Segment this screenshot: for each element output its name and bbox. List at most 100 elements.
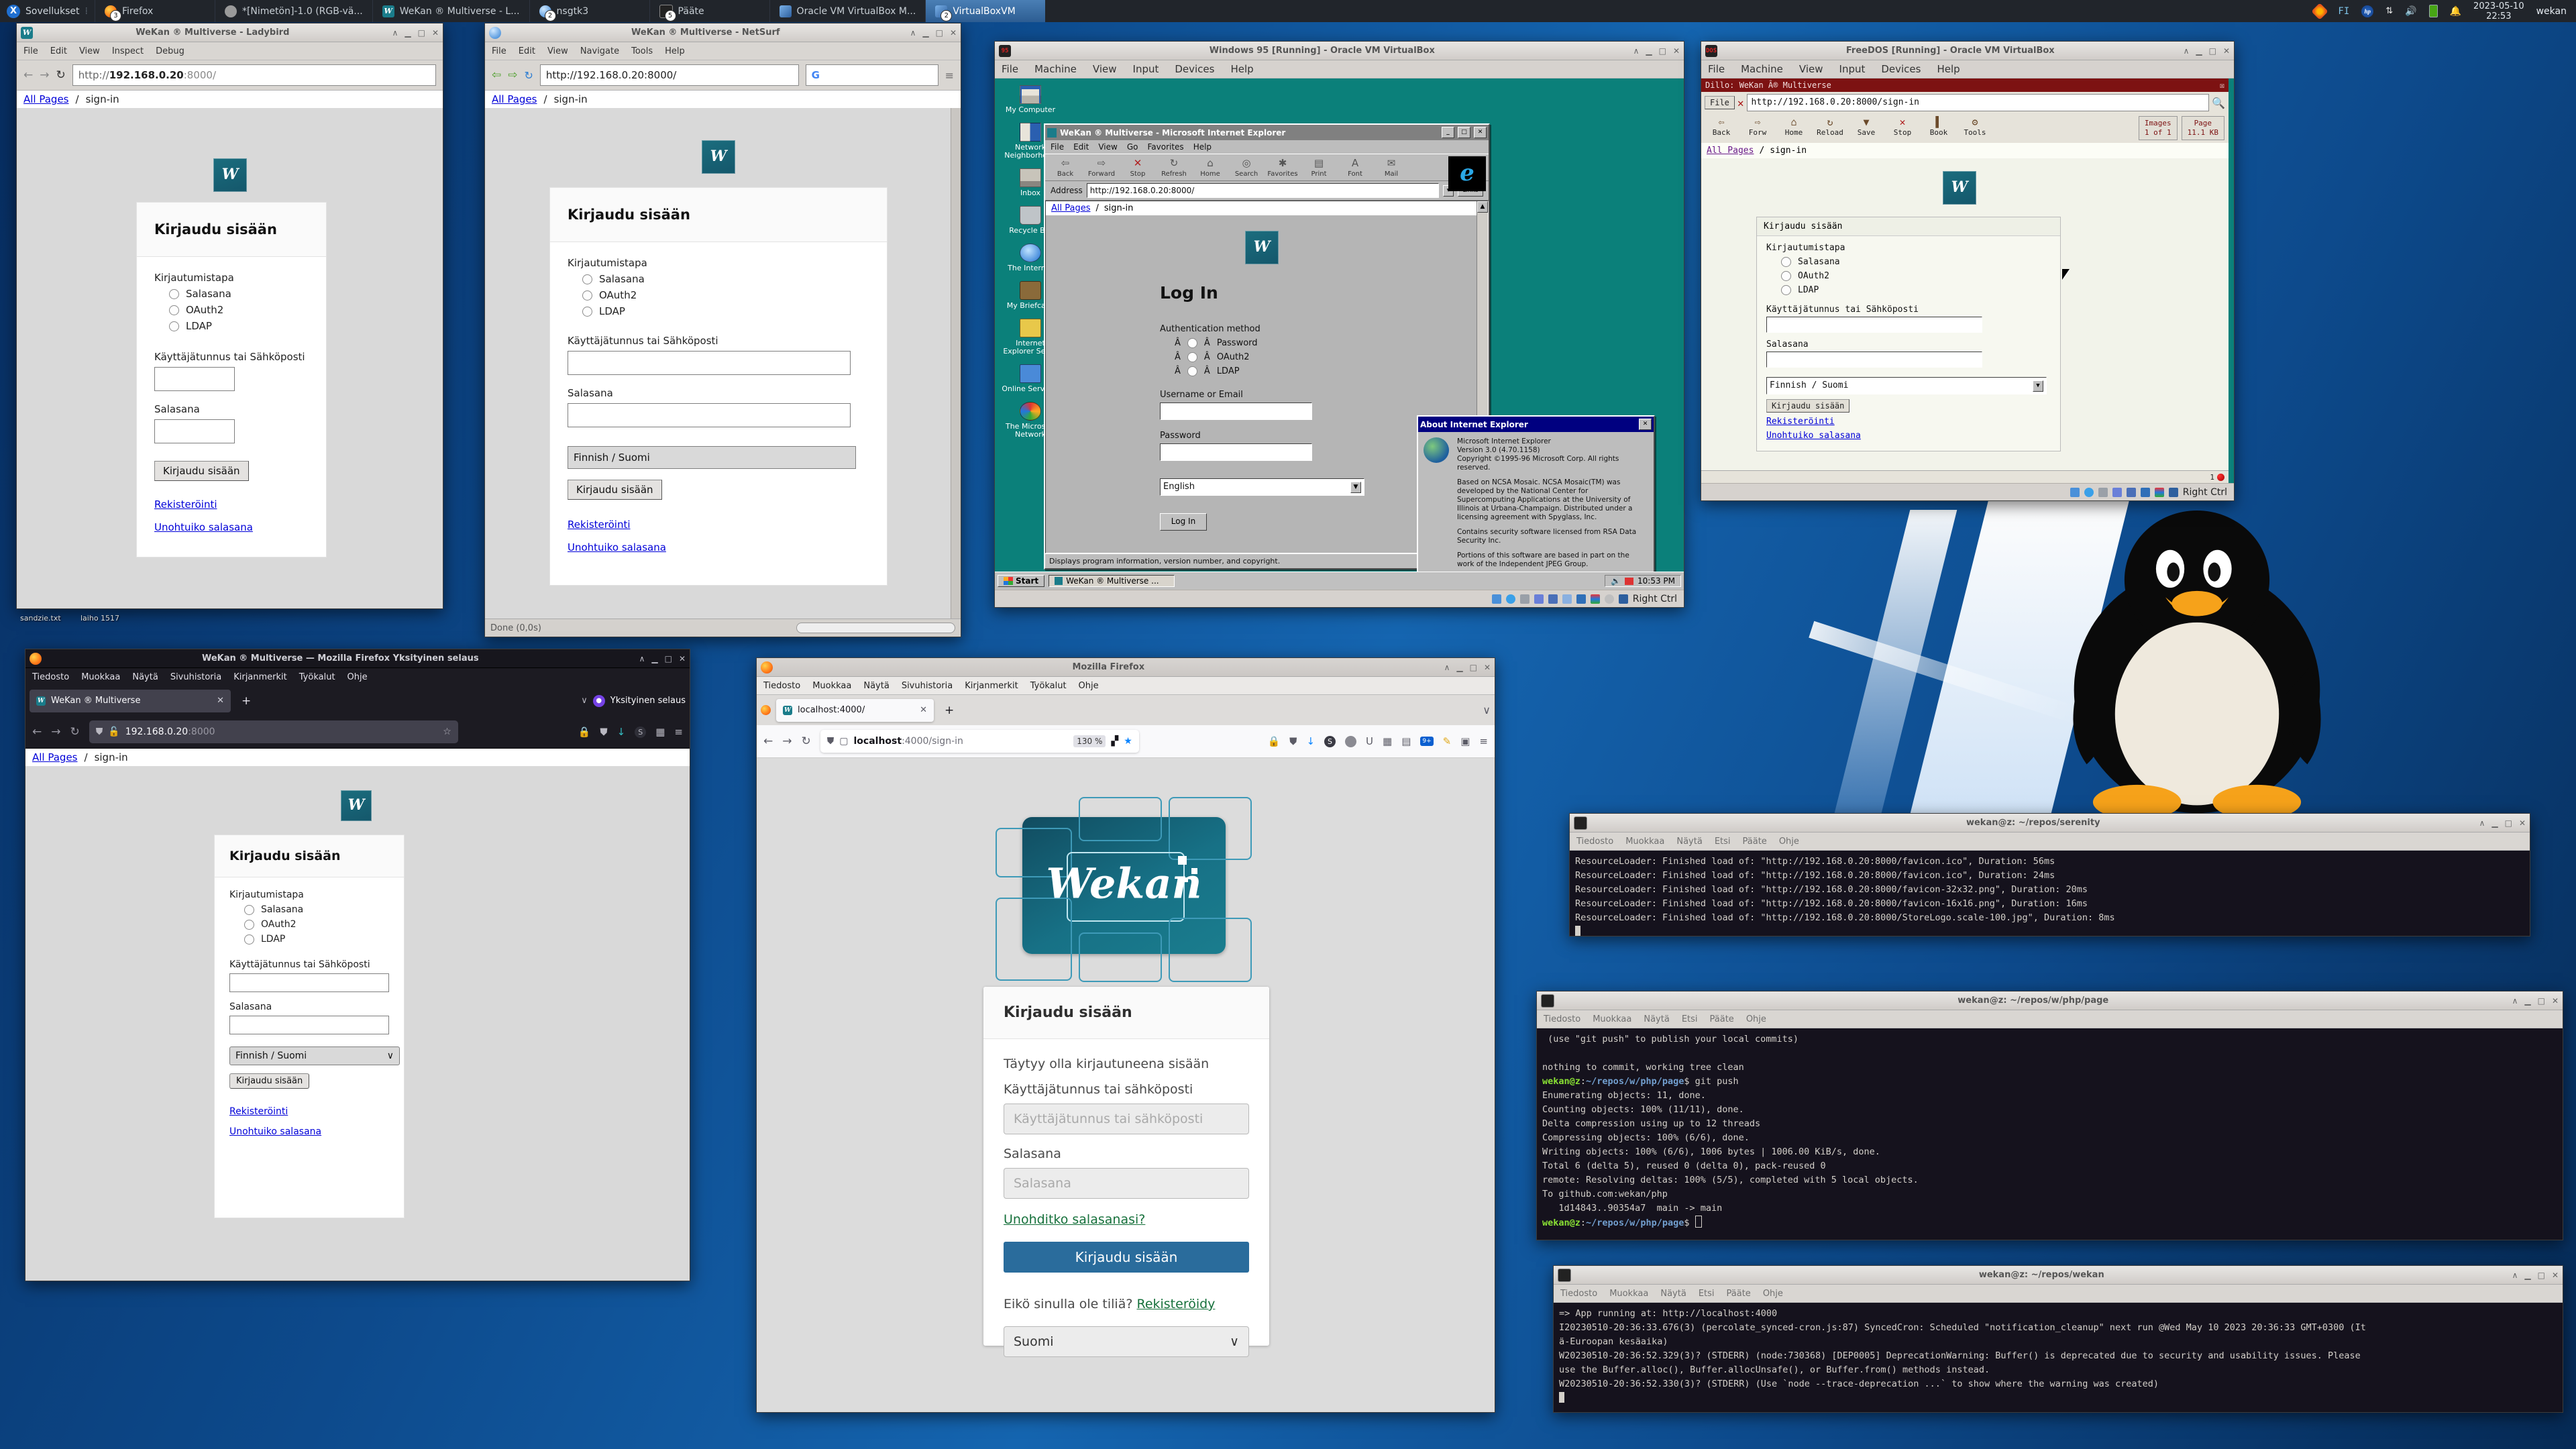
radio-button[interactable]	[244, 920, 254, 930]
menu-item[interactable]: Inspect	[112, 46, 144, 56]
menu-item[interactable]: Näytä	[1676, 837, 1702, 847]
menu-item[interactable]: Näytä	[1660, 1289, 1686, 1299]
restore-icon[interactable]: ▁	[1646, 46, 1652, 56]
vbox-titlebar[interactable]: 95 Windows 95 [Running] - Oracle VM Virt…	[995, 42, 1684, 60]
clock[interactable]: 2023-05-10 22:53	[2473, 1, 2524, 21]
login-button[interactable]: Kirjaudu sisään	[1766, 399, 1849, 413]
menu-item[interactable]: Ohje	[1779, 837, 1799, 847]
menu-item[interactable]: Työkalut	[299, 672, 335, 682]
floppy-status-icon[interactable]	[2098, 488, 2108, 497]
ladybird-titlebar[interactable]: W WeKan ® Multiverse - Ladybird ∧▁□✕	[17, 23, 443, 42]
home-button[interactable]: ⌂Home	[1195, 157, 1225, 178]
extension-u-shield-icon[interactable]: Ս	[1366, 735, 1373, 747]
minimize-icon[interactable]: ∧	[2512, 996, 2518, 1006]
display-status-icon[interactable]	[2155, 488, 2164, 497]
menu-item[interactable]: Tiedosto	[1576, 837, 1613, 847]
register-link[interactable]: Rekisteröidy	[1136, 1297, 1215, 1311]
terminal-titlebar[interactable]: wekan@z: ~/repos/serenity ∧▁□✕	[1570, 814, 2530, 833]
cd-status-icon[interactable]	[2084, 488, 2094, 497]
menu-item[interactable]: File	[1002, 63, 1018, 75]
radio-button[interactable]	[169, 305, 179, 315]
menu-item[interactable]: Näytä	[863, 681, 889, 691]
radio-button[interactable]	[582, 274, 592, 284]
clear-url-icon[interactable]: ✕	[1737, 97, 1744, 109]
close-ic-icon[interactable]: ✕	[679, 654, 686, 663]
menu-item[interactable]: Tiedosto	[1544, 1014, 1580, 1024]
all-pages-link[interactable]: All Pages	[23, 93, 69, 105]
desktop-icon-label[interactable]: laiho 1517	[80, 614, 119, 623]
reload-icon[interactable]: ↻	[70, 725, 80, 739]
url-input[interactable]: http://192.168.0.20:8000/sign-in	[1747, 94, 2210, 111]
cd-status-icon[interactable]	[1506, 594, 1515, 604]
forw-button[interactable]: ⇨Forw	[1741, 116, 1774, 137]
print-button[interactable]: ▤Print	[1304, 157, 1334, 178]
menu-item[interactable]: Pääte	[1727, 1289, 1751, 1299]
firefox-titlebar[interactable]: WeKan ® Multiverse — Mozilla Firefox Yks…	[25, 649, 690, 668]
menu-item[interactable]: Tiedosto	[763, 681, 800, 691]
minimize-icon[interactable]: _	[1442, 127, 1454, 138]
taskbar-clock[interactable]: 10:53 PM	[1638, 576, 1675, 586]
taskbar-button[interactable]: 2VirtualBoxVM	[925, 0, 1045, 22]
menu-item[interactable]: Kirjanmerkit	[965, 681, 1018, 691]
radio-button[interactable]	[169, 289, 179, 299]
shield-check-icon[interactable]: ⛊	[1289, 735, 1297, 747]
extension-dot-icon[interactable]	[1345, 736, 1356, 747]
restore-icon[interactable]: ▁	[2196, 46, 2202, 56]
menu-item[interactable]: Ohje	[1746, 1014, 1766, 1024]
menu-item[interactable]: Etsi	[1699, 1289, 1715, 1299]
login-button[interactable]: Kirjaudu sisään	[154, 461, 249, 481]
close-icon[interactable]: ✕	[2519, 818, 2526, 828]
forward-icon[interactable]: →	[782, 735, 792, 748]
maximize-icon[interactable]: □	[2538, 996, 2545, 1006]
audio-status-icon[interactable]	[1534, 594, 1544, 604]
menu-item[interactable]: View	[79, 46, 100, 56]
menu-item[interactable]: Devices	[1175, 63, 1214, 75]
refresh-button[interactable]: ↻Refresh	[1159, 157, 1189, 178]
ie-titlebar[interactable]: WeKan ® Multiverse - Microsoft Internet …	[1045, 125, 1489, 140]
menu-item[interactable]: Ohje	[1079, 681, 1099, 691]
restore-icon[interactable]: ▁	[2524, 1271, 2530, 1280]
modem-icon[interactable]	[1625, 578, 1633, 585]
book-button[interactable]: ▌Book	[1923, 116, 1955, 137]
freedos-vm-screen[interactable]: Dillo: WeKan Â® Multiverse ☒ File ✕ http…	[1701, 78, 2234, 483]
web-search-input[interactable]: G	[806, 64, 938, 86]
menu-item[interactable]: Kirjanmerkit	[233, 672, 287, 682]
restore-icon[interactable]: ▁	[2524, 996, 2530, 1006]
reload-icon[interactable]: ↻	[802, 735, 811, 748]
close-icon[interactable]: ✕	[2552, 996, 2559, 1006]
maximize-icon[interactable]: □	[2505, 818, 2512, 828]
page-info-icon[interactable]: ▢	[839, 736, 848, 747]
restore-icon[interactable]: ▁	[2491, 818, 2498, 828]
close-icon[interactable]: ✕	[1474, 127, 1487, 138]
all-pages-link[interactable]: All Pages	[1707, 146, 1754, 156]
password-input[interactable]: Salasana	[1004, 1168, 1249, 1199]
menu-item[interactable]: Muokkaa	[1625, 837, 1664, 847]
hdd-status-icon[interactable]	[1492, 594, 1501, 604]
usb-status-icon[interactable]	[1562, 594, 1572, 604]
recording-status-icon[interactable]	[1605, 594, 1614, 604]
extension-s-icon[interactable]: S	[1324, 736, 1336, 747]
username-input[interactable]	[154, 367, 235, 391]
forward-icon[interactable]: ⇨	[508, 68, 517, 82]
radio-button[interactable]	[1187, 352, 1197, 362]
reload-icon[interactable]: ↻	[525, 69, 533, 82]
maximize-icon[interactable]: □	[2538, 1271, 2545, 1280]
menu-item[interactable]: Sivuhistoria	[902, 681, 953, 691]
bookmark-star-icon[interactable]: ★	[1124, 736, 1132, 747]
shield-icon[interactable]: ⛊	[96, 727, 103, 737]
menu-item[interactable]: View	[1093, 63, 1117, 75]
hp-device-icon[interactable]: hp	[2361, 5, 2373, 17]
menu-icon[interactable]: ≡	[1479, 735, 1488, 747]
netsurf-titlebar[interactable]: WeKan ® Multiverse - NetSurf ∧▁□✕	[485, 23, 961, 42]
url-input[interactable]: http://192.168.0.20:8000/	[540, 64, 799, 86]
terminal-output[interactable]: (use "git push" to publish your local co…	[1537, 1028, 2563, 1240]
login-button[interactable]: Kirjaudu sisään	[568, 480, 662, 500]
register-link[interactable]: Rekisteröinti	[154, 498, 217, 511]
close-icon[interactable]: ✕	[1484, 663, 1491, 672]
favorites-button[interactable]: ✱Favorites	[1268, 157, 1297, 178]
username-input[interactable]	[568, 351, 851, 375]
mail-button[interactable]: ✉Mail	[1377, 157, 1406, 178]
username-input[interactable]	[1766, 317, 1982, 333]
win95-desktop-icon[interactable]: My Computer	[1002, 85, 1059, 114]
radio-button[interactable]	[1187, 338, 1197, 348]
